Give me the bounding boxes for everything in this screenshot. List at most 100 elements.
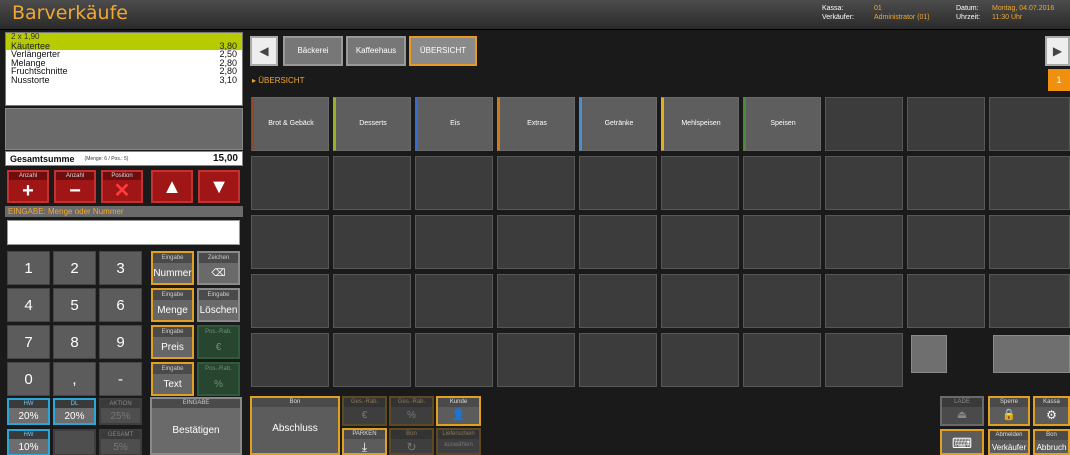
datum-labels: Datum: Uhrzeit: (956, 4, 980, 22)
close-icon: ✕ (113, 180, 131, 202)
extra-button[interactable] (993, 335, 1070, 373)
back-button[interactable]: ◀ (250, 36, 278, 66)
empty-slot (415, 274, 493, 328)
bon-abschluss-button[interactable]: Bon Abschluss (250, 396, 340, 455)
key-3[interactable]: 3 (99, 251, 142, 285)
key-9[interactable]: 9 (99, 325, 142, 359)
input-quantity-button[interactable]: Eingabe Menge (151, 288, 194, 322)
key-2[interactable]: 2 (53, 251, 96, 285)
key-4[interactable]: 4 (7, 288, 50, 322)
key-5[interactable]: 5 (53, 288, 96, 322)
decrease-quantity-button[interactable]: Anzahl − (54, 170, 96, 203)
empty-slot (579, 156, 657, 210)
empty-slot (415, 156, 493, 210)
input-field[interactable] (7, 220, 240, 245)
empty-slot (825, 215, 903, 269)
discount-empty-button[interactable] (53, 429, 96, 455)
empty-slot (661, 274, 739, 328)
confirm-input-button[interactable]: EINGABE Bestätigen (150, 397, 242, 455)
empty-slot (743, 215, 821, 269)
empty-slot (251, 333, 329, 387)
key-comma[interactable]: , (53, 362, 96, 396)
cash-drawer-button[interactable]: LADE ⏏ (940, 396, 984, 426)
input-number-button[interactable]: Eingabe Nummer (151, 251, 194, 285)
input-price-button[interactable]: Eingabe Preis (151, 325, 194, 359)
key-8[interactable]: 8 (53, 325, 96, 359)
discount-hw-10-button[interactable]: HW 10% (7, 429, 50, 455)
empty-slot (989, 215, 1070, 269)
tab-kaffeehaus[interactable]: Kaffeehaus (346, 36, 406, 66)
empty-slot (907, 156, 985, 210)
position-discount-euro-button[interactable]: Pos.-Rab. € (197, 325, 240, 359)
order-list[interactable]: 2 x 1,90 Käutertee 3,80 Verlängerter 2,50 … (5, 32, 243, 106)
keyboard-icon: ⌨ (951, 435, 973, 451)
category-button[interactable]: Eis (415, 97, 493, 151)
tab-uebersicht[interactable]: ÜBERSICHT (409, 36, 477, 66)
input-text-button[interactable]: Eingabe Text (151, 362, 194, 396)
empty-slot (333, 274, 411, 328)
refresh-icon: ↻ (406, 440, 417, 454)
lock-button[interactable]: Sperre 🔒 (988, 396, 1030, 426)
empty-slot (333, 333, 411, 387)
input-header: EINGABE: Menge oder Nummer (5, 206, 243, 217)
tab-baeckerei[interactable]: Bäckerei (283, 36, 343, 66)
customer-button[interactable]: Kunde 👤 (436, 396, 481, 426)
empty-slot (497, 215, 575, 269)
key-6[interactable]: 6 (99, 288, 142, 322)
uhrzeit-label: Uhrzeit: (956, 14, 981, 21)
keyboard-button[interactable]: ⌨ (940, 429, 984, 455)
key-minus[interactable]: - (99, 362, 142, 396)
discount-aktion-25-button[interactable]: AKTION 25% (99, 398, 142, 425)
kassa-value: 01 (874, 5, 882, 12)
verkaeufer-label: Verkäufer: (822, 14, 854, 21)
discount-hw-20-button[interactable]: HW 20% (7, 398, 50, 425)
category-button[interactable]: Getränke (579, 97, 657, 151)
list-item[interactable]: Nusstorte 3,10 (6, 75, 242, 85)
cancel-bon-button[interactable]: Bon Abbruch (1033, 429, 1070, 455)
empty-slot (907, 97, 985, 151)
park-button[interactable]: PARKEN ⤓ (342, 428, 387, 455)
total-label: Gesamtsumme (10, 153, 75, 164)
info-panel (5, 108, 243, 150)
empty-slot (497, 333, 575, 387)
page-indicator[interactable]: 1 (1048, 69, 1070, 91)
datum-value: Montag, 04.07.2016 (992, 5, 1055, 12)
forward-button[interactable]: ▶ (1045, 36, 1070, 66)
empty-slot (661, 156, 739, 210)
backspace-icon: ⌫ (199, 263, 238, 283)
increase-quantity-button[interactable]: Anzahl + (7, 170, 49, 203)
discount-gesamt-5-button[interactable]: GESAMT 5% (99, 429, 142, 455)
kassa-label: Kassa: (822, 5, 844, 12)
empty-slot (661, 333, 739, 387)
category-button[interactable]: Speisen (743, 97, 821, 151)
chevron-right-icon: ▶ (1052, 44, 1063, 58)
total-discount-euro-button[interactable]: Ges.-Rab. € (342, 396, 387, 426)
empty-slot (333, 215, 411, 269)
backspace-button[interactable]: Zeichen ⌫ (197, 251, 240, 285)
gear-icon: ⚙ (1046, 408, 1057, 422)
datum-label: Datum: (956, 5, 979, 12)
empty-slot (989, 156, 1070, 210)
verkaeufer-value: Administrator (01) (874, 14, 930, 21)
logout-seller-button[interactable]: Abmelden Verkäufer (988, 429, 1030, 455)
category-button[interactable]: Brot & Gebäck (251, 97, 329, 151)
scroll-down-button[interactable]: ▼ (198, 170, 240, 203)
delivery-note-button[interactable]: Lieferschein auswählen (436, 428, 481, 455)
category-button[interactable]: Extras (497, 97, 575, 151)
extra-button[interactable] (911, 335, 947, 373)
clear-input-button[interactable]: Eingabe Löschen (197, 288, 240, 322)
key-7[interactable]: 7 (7, 325, 50, 359)
datum-values: Montag, 04.07.2016 11:30 Uhr (992, 4, 1054, 22)
settings-button[interactable]: Kassa ⚙ (1033, 396, 1070, 426)
category-button[interactable]: Desserts (333, 97, 411, 151)
delete-position-button[interactable]: Position ✕ (101, 170, 143, 203)
position-discount-percent-button[interactable]: Pos.-Rab.% (197, 362, 240, 396)
reload-bon-button[interactable]: Bon ↻ (389, 428, 434, 455)
key-1[interactable]: 1 (7, 251, 50, 285)
discount-dl-20-button[interactable]: DL 20% (53, 398, 96, 425)
scroll-up-button[interactable]: ▲ (151, 170, 193, 203)
key-0[interactable]: 0 (7, 362, 50, 396)
total-discount-percent-button[interactable]: Ges.-Rab.% (389, 396, 434, 426)
total-value: 15,00 (212, 153, 238, 164)
category-button[interactable]: Mehlspeisen (661, 97, 739, 151)
